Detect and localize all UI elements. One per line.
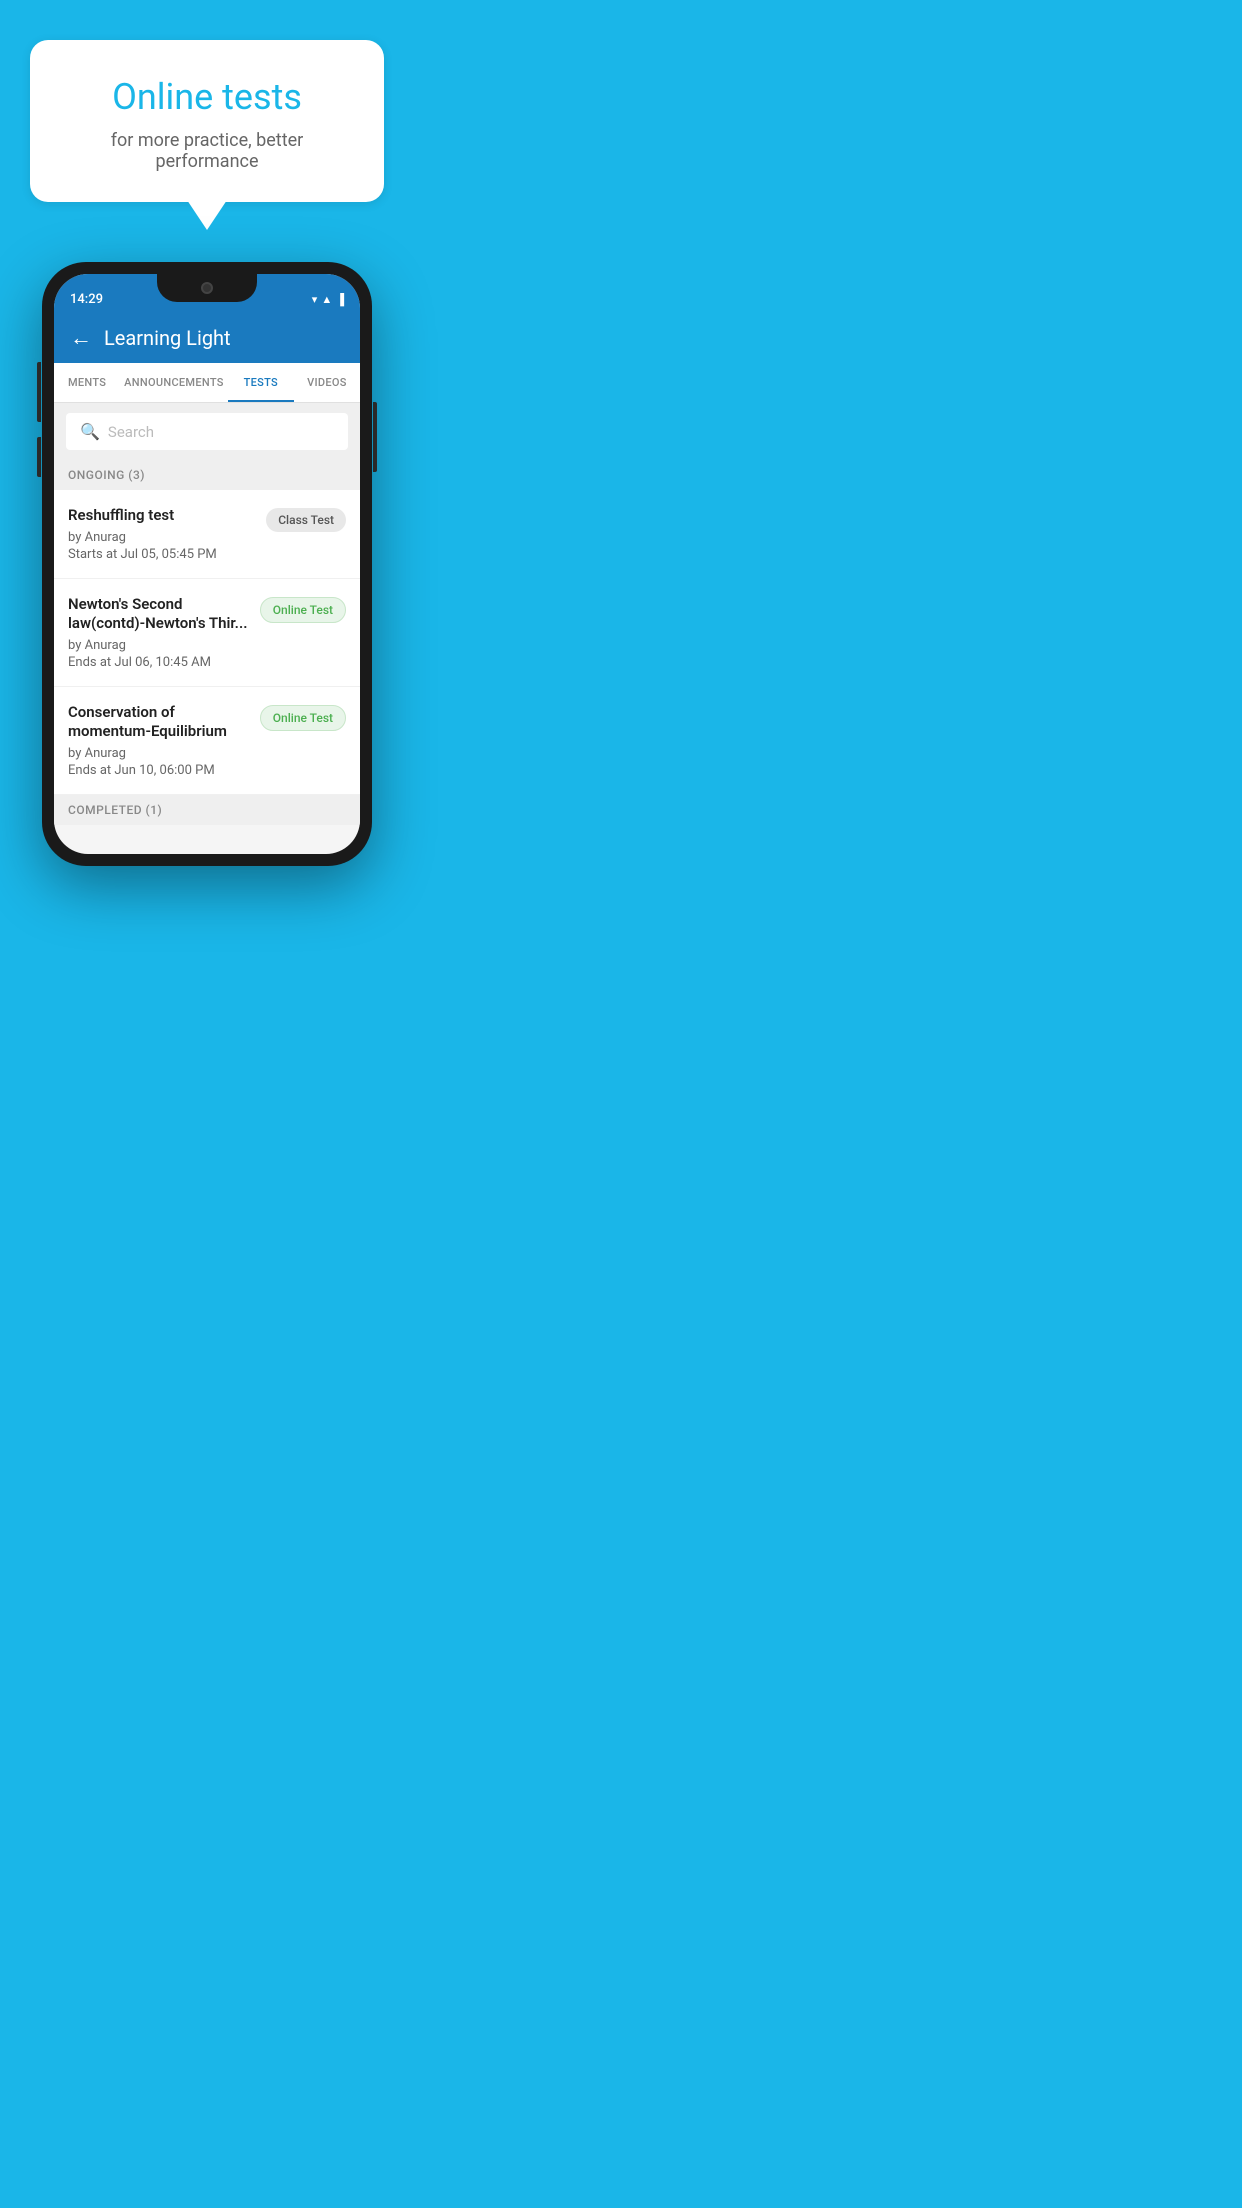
- bubble-subtitle: for more practice, better performance: [60, 130, 354, 172]
- app-header: ← Learning Light: [54, 313, 360, 363]
- search-icon: 🔍: [80, 422, 100, 441]
- phone-mockup: 14:29 ▾ ▲ ▐ ← Learning Light MENTS ANNOU…: [42, 262, 372, 866]
- test-date-3: Ends at Jun 10, 06:00 PM: [68, 763, 250, 778]
- ongoing-section-header: ONGOING (3): [54, 460, 360, 490]
- test-name-3: Conservation of momentum-Equilibrium: [68, 703, 250, 742]
- test-badge-1: Class Test: [266, 508, 346, 532]
- completed-section-header: COMPLETED (1): [54, 795, 360, 825]
- tab-bar: MENTS ANNOUNCEMENTS TESTS VIDEOS: [54, 363, 360, 403]
- test-name-2: Newton's Second law(contd)-Newton's Thir…: [68, 595, 250, 634]
- speech-bubble: Online tests for more practice, better p…: [30, 40, 384, 202]
- phone-notch: [157, 274, 257, 302]
- back-button[interactable]: ←: [70, 325, 92, 351]
- battery-icon: ▐: [336, 293, 344, 306]
- bubble-title: Online tests: [60, 76, 354, 118]
- app-title: Learning Light: [104, 326, 231, 350]
- test-info-3: Conservation of momentum-Equilibrium by …: [68, 703, 250, 778]
- status-time: 14:29: [70, 292, 103, 307]
- tab-announcements[interactable]: ANNOUNCEMENTS: [120, 363, 228, 402]
- status-icons: ▾ ▲ ▐: [312, 293, 344, 306]
- phone-button-volume-up: [37, 362, 41, 422]
- test-badge-3: Online Test: [260, 705, 346, 731]
- test-date-2: Ends at Jul 06, 10:45 AM: [68, 655, 250, 670]
- test-item-2[interactable]: Newton's Second law(contd)-Newton's Thir…: [54, 579, 360, 687]
- tab-videos[interactable]: VIDEOS: [294, 363, 360, 402]
- signal-icon: ▲: [321, 293, 332, 306]
- test-by-1: by Anurag: [68, 530, 256, 545]
- test-item-3[interactable]: Conservation of momentum-Equilibrium by …: [54, 687, 360, 795]
- hero-section: Online tests for more practice, better p…: [0, 0, 414, 202]
- search-container: 🔍 Search: [54, 403, 360, 460]
- test-by-2: by Anurag: [68, 638, 250, 653]
- phone-outer: 14:29 ▾ ▲ ▐ ← Learning Light MENTS ANNOU…: [42, 262, 372, 866]
- search-bar[interactable]: 🔍 Search: [66, 413, 348, 450]
- test-list: Reshuffling test by Anurag Starts at Jul…: [54, 490, 360, 795]
- test-date-1: Starts at Jul 05, 05:45 PM: [68, 547, 256, 562]
- test-by-3: by Anurag: [68, 746, 250, 761]
- phone-button-power: [373, 402, 377, 472]
- test-badge-2: Online Test: [260, 597, 346, 623]
- test-info-1: Reshuffling test by Anurag Starts at Jul…: [68, 506, 256, 562]
- test-item-1[interactable]: Reshuffling test by Anurag Starts at Jul…: [54, 490, 360, 579]
- phone-screen: 14:29 ▾ ▲ ▐ ← Learning Light MENTS ANNOU…: [54, 274, 360, 854]
- phone-button-volume-down: [37, 437, 41, 477]
- phone-camera: [201, 282, 213, 294]
- tab-tests[interactable]: TESTS: [228, 363, 294, 402]
- test-info-2: Newton's Second law(contd)-Newton's Thir…: [68, 595, 250, 670]
- wifi-icon: ▾: [312, 293, 318, 306]
- search-placeholder: Search: [108, 423, 154, 441]
- tab-ments[interactable]: MENTS: [54, 363, 120, 402]
- test-name-1: Reshuffling test: [68, 506, 256, 526]
